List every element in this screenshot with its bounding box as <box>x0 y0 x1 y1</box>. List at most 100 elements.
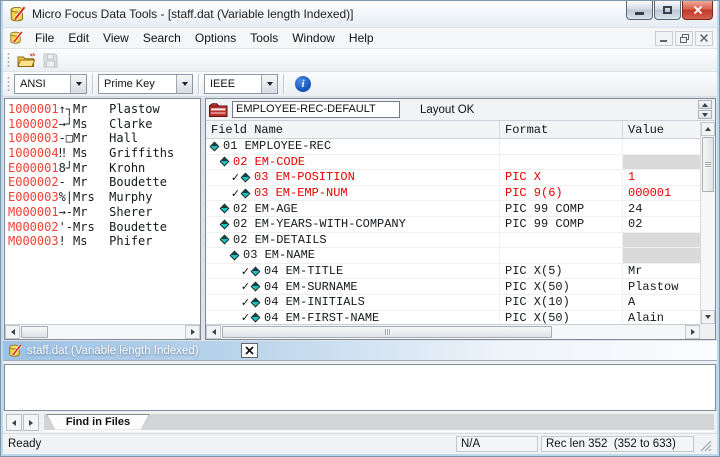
field-row[interactable]: ✓04 EM-SURNAMEPIC X(50)Plastow <box>206 279 700 295</box>
field-row[interactable]: ✓04 EM-FIRST-NAMEPIC X(50)Alain <box>206 311 700 324</box>
menu-item-tools[interactable]: Tools <box>243 29 285 47</box>
mdi-minimize-button[interactable] <box>655 31 673 46</box>
charset-dropdown-arrow-icon[interactable] <box>70 75 86 93</box>
menu-item-view[interactable]: View <box>96 29 136 47</box>
minimize-button[interactable] <box>626 1 653 20</box>
mdi-restore-button[interactable] <box>675 31 693 46</box>
status-section-reclen: Rec len 352 (352 to 633) <box>541 436 694 452</box>
menu-item-edit[interactable]: Edit <box>61 29 96 47</box>
field-diamond-icon <box>220 204 230 214</box>
record-binary-chars: - <box>59 175 73 189</box>
scroll-left-button[interactable] <box>5 325 20 339</box>
field-row[interactable]: ✓03 EM-POSITIONPIC X1 <box>206 170 700 186</box>
tab-find-in-files[interactable]: Find in Files <box>46 414 150 430</box>
layout-panel: EMPLOYEE-REC-DEFAULT Layout OK Field Nam… <box>205 98 716 340</box>
field-row[interactable]: 02 EM-YEARS-WITH-COMPANYPIC 99 COMP02 <box>206 217 700 233</box>
layout-vertical-scrollbar[interactable] <box>700 122 715 324</box>
spin-up-button[interactable] <box>698 100 712 109</box>
field-value-cell: 000001 <box>623 186 700 201</box>
field-row[interactable]: ✓04 EM-INITIALSPIC X(10)A <box>206 295 700 311</box>
record-row[interactable]: M000002'-Mrs Boudette <box>8 220 200 235</box>
field-row[interactable]: 03 EM-NAME <box>206 248 700 264</box>
record-row[interactable]: E000003%|Mrs Murphy <box>8 190 200 205</box>
open-file-button[interactable] <box>14 50 38 70</box>
mdi-close-button[interactable] <box>695 31 713 46</box>
scroll-down-button[interactable] <box>701 310 715 324</box>
field-diamond-icon <box>220 219 230 229</box>
layout-horizontal-scrollbar[interactable] <box>206 324 700 339</box>
check-icon: ✓ <box>240 311 251 324</box>
field-diamond-icon <box>251 266 261 276</box>
field-format-cell: PIC X <box>500 170 623 185</box>
scroll-right-button[interactable] <box>685 325 700 339</box>
scroll-thumb[interactable] <box>702 137 714 192</box>
tab-scroll-right-button[interactable] <box>23 414 39 431</box>
menu-item-options[interactable]: Options <box>188 29 243 47</box>
record-row[interactable]: M000003! Ms Phifer <box>8 234 200 249</box>
key-combobox[interactable]: Prime Key <box>98 74 193 94</box>
record-name-box[interactable]: EMPLOYEE-REC-DEFAULT <box>232 101 400 118</box>
document-tab-bar: staff.dat (Variable length Indexed) <box>3 341 717 361</box>
field-row[interactable]: ✓03 EM-EMP-NUMPIC 9(6)000001 <box>206 186 700 202</box>
menu-item-window[interactable]: Window <box>285 29 342 47</box>
record-row[interactable]: 1000002→┘Ms Clarke <box>8 117 200 132</box>
scroll-thumb[interactable] <box>222 326 552 338</box>
field-row[interactable]: 01 EMPLOYEE-REC <box>206 139 700 155</box>
scroll-thumb[interactable] <box>21 326 48 338</box>
status-section-na: N/A <box>456 436 538 452</box>
charset-combobox[interactable]: ANSI <box>14 74 87 94</box>
resize-grip[interactable] <box>698 438 712 452</box>
record-row[interactable]: E0000018┘Mr Krohn <box>8 161 200 176</box>
tab-scroll-left-button[interactable] <box>6 414 22 431</box>
record-row[interactable]: 1000004‼ Ms Griffiths <box>8 146 200 161</box>
scroll-track[interactable] <box>221 325 685 339</box>
document-tab-label[interactable]: staff.dat (Variable length Indexed) <box>27 345 199 357</box>
field-row[interactable]: ✓04 EM-TITLEPIC X(5)Mr <box>206 264 700 280</box>
scroll-track[interactable] <box>701 136 715 310</box>
column-header-value[interactable]: Value <box>623 121 700 138</box>
record-binary-chars: '- <box>59 220 73 234</box>
field-diamond-icon <box>251 313 261 323</box>
float-format-dropdown-arrow-icon[interactable] <box>261 75 277 93</box>
record-row[interactable]: 1000003-□Mr Hall <box>8 131 200 146</box>
output-panel[interactable] <box>4 364 716 411</box>
document-close-button[interactable] <box>241 343 258 358</box>
menu-item-file[interactable]: File <box>28 29 61 47</box>
save-file-button[interactable] <box>38 50 62 70</box>
record-id: 1000002 <box>8 117 59 131</box>
info-button[interactable]: i <box>295 76 311 92</box>
menu-item-help[interactable]: Help <box>342 29 381 47</box>
field-row[interactable]: 02 EM-AGEPIC 99 COMP24 <box>206 201 700 217</box>
float-format-combobox[interactable]: IEEE <box>204 74 278 94</box>
column-header-format[interactable]: Format <box>500 121 623 138</box>
field-value-cell <box>623 248 700 263</box>
toolbar-grip[interactable] <box>7 52 10 68</box>
field-row[interactable]: 02 EM-CODE <box>206 155 700 171</box>
mdi-minimize-icon <box>660 34 668 42</box>
field-name-label: 04 EM-TITLE <box>264 264 343 278</box>
scroll-up-button[interactable] <box>701 122 715 136</box>
column-header-field-name[interactable]: Field Name <box>206 121 500 138</box>
key-dropdown-arrow-icon[interactable] <box>176 75 192 93</box>
maximize-button[interactable] <box>654 1 681 20</box>
spin-down-button[interactable] <box>698 110 712 119</box>
field-name-cell: ✓03 EM-POSITION <box>206 170 500 185</box>
field-value-cell <box>623 155 700 170</box>
scroll-left-button[interactable] <box>206 325 221 339</box>
minimize-icon <box>635 12 644 15</box>
record-row[interactable]: E000002- Mr Boudette <box>8 175 200 190</box>
float-format-value: IEEE <box>210 78 257 90</box>
mdi-close-icon <box>700 34 708 42</box>
scroll-track[interactable] <box>20 325 185 339</box>
menu-item-search[interactable]: Search <box>136 29 188 47</box>
record-row[interactable]: 1000001↑┐Mr Plastow <box>8 102 200 117</box>
field-row[interactable]: 02 EM-DETAILS <box>206 233 700 249</box>
field-value-cell: Mr <box>623 264 700 279</box>
records-horizontal-scrollbar[interactable] <box>5 324 200 339</box>
options-toolbar-grip[interactable] <box>7 76 10 92</box>
record-row[interactable]: M000001→-Mr Sherer <box>8 205 200 220</box>
scroll-right-button[interactable] <box>185 325 200 339</box>
field-value-cell <box>623 233 700 248</box>
close-button[interactable] <box>682 1 713 20</box>
field-diamond-icon <box>210 141 220 151</box>
